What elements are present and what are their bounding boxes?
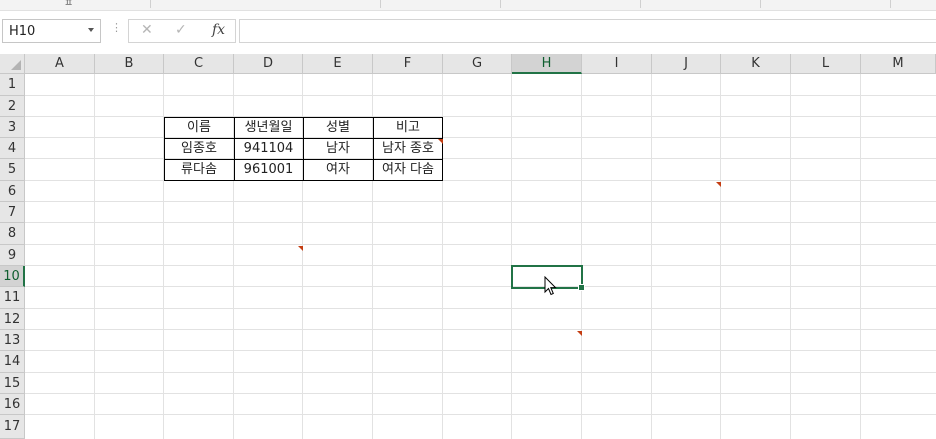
select-all-button[interactable] bbox=[0, 54, 25, 74]
comment-indicator[interactable] bbox=[577, 331, 582, 336]
column-header-d[interactable]: D bbox=[234, 54, 303, 74]
gridline-horizontal bbox=[25, 201, 936, 202]
row-header-3[interactable]: 3 bbox=[0, 117, 25, 138]
row-header-10[interactable]: 10 bbox=[0, 266, 25, 287]
row-header-7[interactable]: 7 bbox=[0, 202, 25, 223]
gridline-horizontal bbox=[25, 329, 936, 330]
gridline-horizontal bbox=[25, 180, 936, 181]
gridline-vertical bbox=[860, 74, 861, 439]
gridline-horizontal bbox=[25, 350, 936, 351]
gridline-horizontal bbox=[25, 372, 936, 373]
ribbon-group-labels: ㅍ ···· ···· ·· ···· ···· bbox=[0, 0, 936, 11]
row-header-8[interactable]: 8 bbox=[0, 223, 25, 245]
gridline-horizontal bbox=[25, 265, 936, 266]
name-box[interactable]: H10 bbox=[2, 19, 101, 43]
gridline-horizontal bbox=[25, 222, 936, 223]
comment-indicator[interactable] bbox=[716, 182, 721, 187]
drag-handle-icon[interactable]: ⋮ bbox=[111, 21, 122, 34]
worksheet-grid[interactable]: ABCDEFGHIJKLM 1 2 3 4 5 6 7 8 9 10 11 12 13 14 15 16 17 … bbox=[0, 54, 936, 439]
gridline-horizontal bbox=[25, 414, 936, 415]
row-header-14[interactable]: 14 bbox=[0, 351, 25, 373]
row-header-15[interactable]: 15 bbox=[0, 373, 25, 394]
chevron-down-icon[interactable] bbox=[88, 28, 94, 32]
column-header-a[interactable]: A bbox=[25, 54, 95, 74]
column-header-h[interactable]: H bbox=[512, 54, 582, 74]
column-header-e[interactable]: E bbox=[303, 54, 373, 74]
enter-icon[interactable]: ✓ bbox=[175, 22, 187, 38]
gridline-vertical bbox=[511, 74, 512, 439]
gridline-horizontal bbox=[25, 393, 936, 394]
gridline-vertical bbox=[651, 74, 652, 439]
column-header-l[interactable]: L bbox=[791, 54, 861, 74]
row-header-9[interactable]: 9 bbox=[0, 245, 25, 266]
gridline-horizontal bbox=[25, 308, 936, 309]
gridline-horizontal bbox=[25, 158, 936, 159]
gridline-horizontal bbox=[25, 95, 936, 96]
formula-input[interactable] bbox=[239, 19, 936, 43]
row-header-6[interactable]: 6 bbox=[0, 181, 25, 202]
row-header-17[interactable]: 17 bbox=[0, 415, 25, 439]
column-header-g[interactable]: G bbox=[443, 54, 512, 74]
row-header-2[interactable]: 2 bbox=[0, 96, 25, 117]
column-header-i[interactable]: I bbox=[582, 54, 652, 74]
name-box-value: H10 bbox=[9, 24, 36, 39]
comment-indicator[interactable] bbox=[438, 139, 443, 144]
comment-indicator[interactable] bbox=[298, 246, 303, 251]
column-header-f[interactable]: F bbox=[373, 54, 443, 74]
cancel-icon[interactable]: ✕ bbox=[141, 22, 153, 38]
formula-buttons: ✕ ✓ fx bbox=[128, 19, 236, 43]
gridline-horizontal bbox=[25, 137, 936, 138]
insert-function-icon[interactable]: fx bbox=[212, 22, 225, 38]
row-header-11[interactable]: 11 bbox=[0, 287, 25, 309]
row-header-1[interactable]: 1 bbox=[0, 74, 25, 96]
gridline-vertical bbox=[581, 74, 582, 439]
gridline-vertical bbox=[720, 74, 721, 439]
mouse-pointer-icon bbox=[544, 276, 557, 296]
gridline-horizontal bbox=[25, 116, 936, 117]
column-header-b[interactable]: B bbox=[95, 54, 164, 74]
gridline-horizontal bbox=[25, 286, 936, 287]
gridline-vertical bbox=[790, 74, 791, 439]
row-header-13[interactable]: 13 bbox=[0, 330, 25, 351]
column-header-c[interactable]: C bbox=[164, 54, 234, 74]
gridline-vertical bbox=[94, 74, 95, 439]
column-header-m[interactable]: M bbox=[861, 54, 936, 74]
column-header-k[interactable]: K bbox=[721, 54, 791, 74]
row-header-4[interactable]: 4 bbox=[0, 138, 25, 159]
gridline-horizontal bbox=[25, 244, 936, 245]
column-header-j[interactable]: J bbox=[652, 54, 721, 74]
row-header-16[interactable]: 16 bbox=[0, 394, 25, 415]
row-header-5[interactable]: 5 bbox=[0, 159, 25, 181]
row-header-12[interactable]: 12 bbox=[0, 309, 25, 330]
fill-handle[interactable] bbox=[578, 284, 585, 291]
